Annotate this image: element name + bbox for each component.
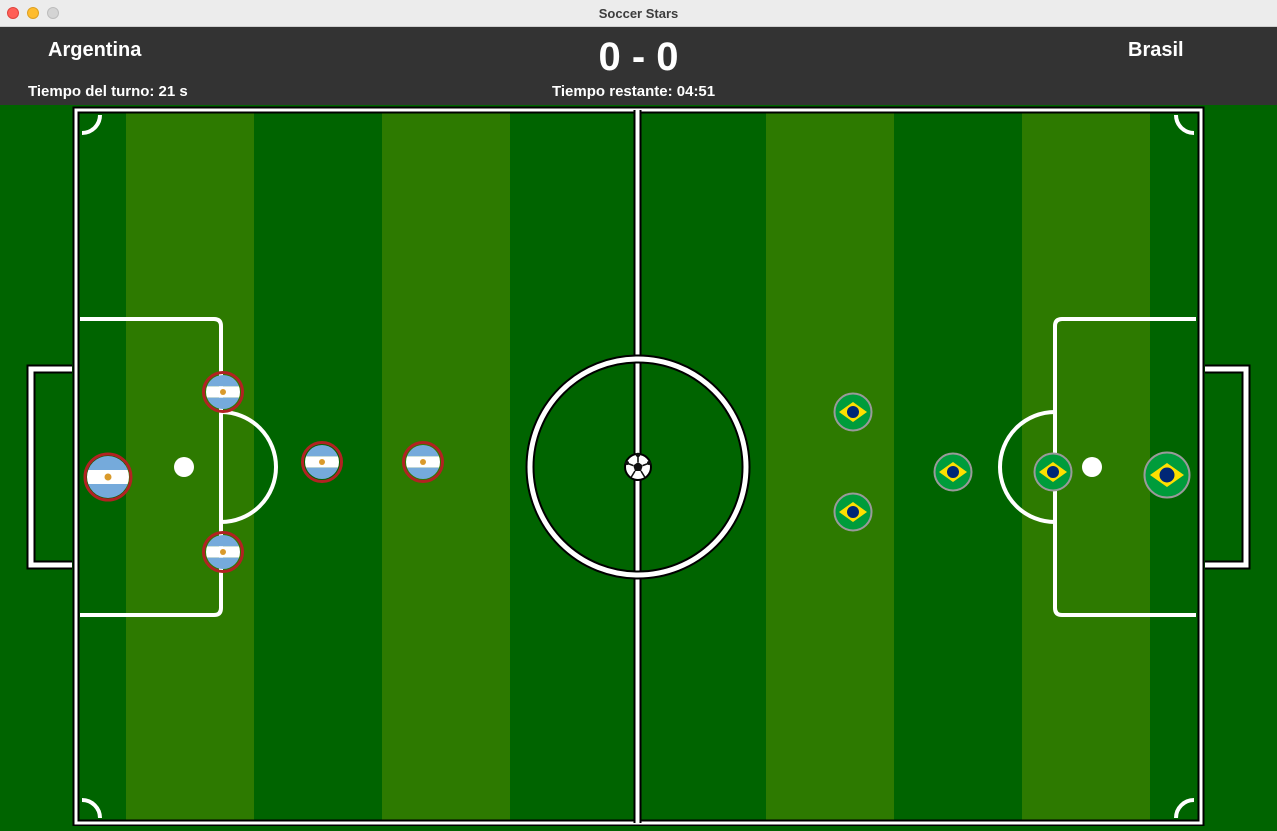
pitch-stripe [382,113,510,821]
window-titlebar: Soccer Stars [0,0,1277,27]
brasil-player-disc[interactable] [833,492,873,532]
window-title: Soccer Stars [598,6,679,21]
argentina-player-disc[interactable] [202,531,244,573]
argentina-player-disc[interactable] [301,441,343,483]
soccer-field[interactable] [0,105,1277,827]
match-timer: Tiempo restante: 04:51 [552,83,716,100]
argentina-player-disc[interactable] [402,441,444,483]
brasil-player-disc[interactable] [933,452,973,492]
pitch-svg [0,105,1277,827]
away-team-name: Brasil [1128,39,1184,61]
score-display: 0 - 0 [598,35,679,79]
brasil-player-disc[interactable] [833,392,873,432]
right-penalty-spot [1082,457,1102,477]
soccer-ball[interactable] [624,452,652,481]
argentina-player-disc[interactable] [202,371,244,413]
pitch-stripe [766,113,894,821]
left-penalty-spot [174,457,194,477]
turn-timer: Tiempo del turno: 21 s [28,83,188,100]
brasil-player-disc[interactable] [1033,452,1073,492]
argentina-goalkeeper-disc[interactable] [83,452,133,502]
scoreboard: Argentina 0 - 0 Brasil Tiempo del turno:… [0,27,1277,105]
brasil-goalkeeper-disc[interactable] [1143,451,1191,499]
